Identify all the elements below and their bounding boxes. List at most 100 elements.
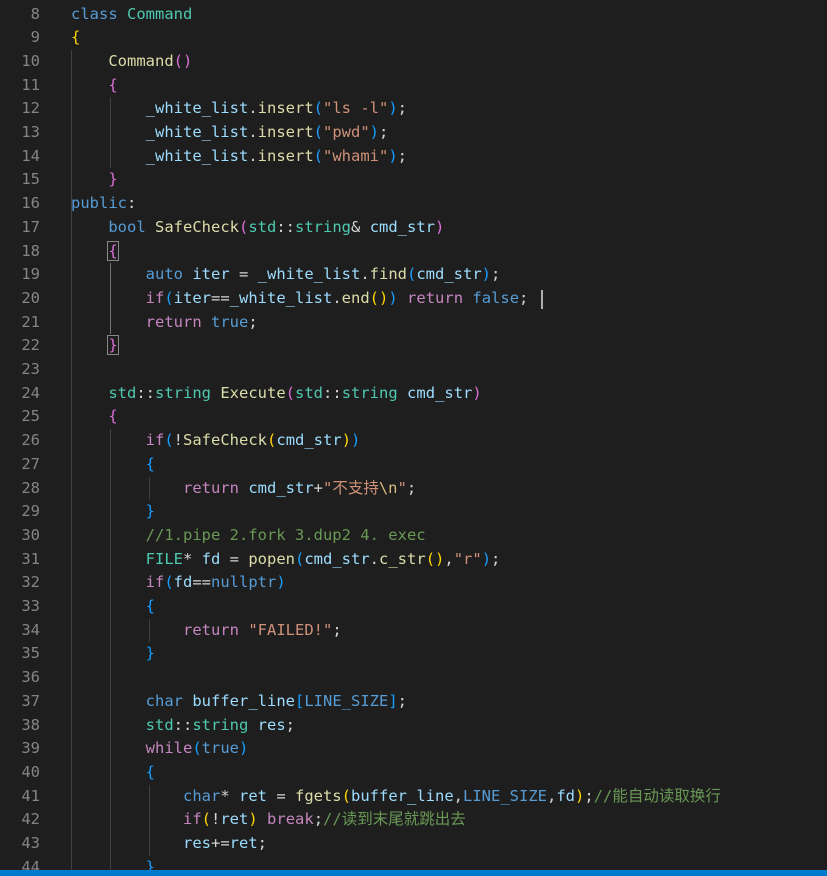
line-code: } bbox=[107, 335, 119, 356]
code-line[interactable]: 39 while(true) bbox=[0, 737, 827, 761]
code-line[interactable]: 22 } bbox=[0, 334, 827, 358]
code-line[interactable]: 42 if(!ret) break;//读到末尾就跳出去 bbox=[0, 808, 827, 832]
line-code: Command() bbox=[108, 51, 193, 70]
line-number: 13 bbox=[21, 123, 40, 141]
line-number: 38 bbox=[21, 715, 40, 734]
line-number: 31 bbox=[21, 549, 40, 568]
line-code: class Command bbox=[71, 4, 193, 23]
line-code: { bbox=[145, 762, 155, 781]
line-code: std::string Execute(std::string cmd_str) bbox=[108, 383, 482, 402]
line-number: 35 bbox=[21, 644, 40, 663]
line-code: public: bbox=[71, 194, 137, 213]
code-line[interactable]: 23 bbox=[0, 358, 827, 382]
indent-guide bbox=[148, 476, 150, 501]
line-number: 16 bbox=[21, 194, 40, 213]
line-code: } bbox=[145, 857, 155, 870]
code-line[interactable]: 16 public: bbox=[0, 192, 827, 216]
indent-guide bbox=[148, 618, 150, 643]
code-line[interactable]: 25 { bbox=[0, 405, 827, 429]
line-number: 18 bbox=[21, 241, 40, 260]
line-code: while(true) bbox=[145, 739, 249, 758]
code-line[interactable]: 44 } bbox=[0, 856, 827, 870]
code-line[interactable]: 35 } bbox=[0, 642, 827, 666]
line-number: 32 bbox=[21, 573, 40, 592]
line-code: { bbox=[145, 454, 155, 473]
code-line[interactable]: 28 return cmd_str+"不支持\n"; bbox=[0, 477, 827, 501]
text-cursor bbox=[541, 289, 543, 309]
line-number: 41 bbox=[21, 786, 40, 805]
code-line[interactable]: 11 { bbox=[0, 74, 827, 98]
indent-guide bbox=[109, 429, 111, 870]
line-number: 17 bbox=[21, 217, 40, 236]
line-number: 15 bbox=[21, 170, 40, 189]
code-line[interactable]: 27 { bbox=[0, 453, 827, 477]
code-line[interactable]: 38 std::string res; bbox=[0, 714, 827, 738]
line-number: 28 bbox=[21, 478, 40, 497]
line-code: _white_list.insert("ls -l"); bbox=[145, 99, 408, 118]
line-number: 36 bbox=[21, 668, 40, 687]
line-code: { bbox=[145, 597, 155, 615]
code-line[interactable]: 9{ bbox=[0, 26, 827, 50]
code-line[interactable]: 36 bbox=[0, 666, 827, 690]
code-line[interactable]: 37 char buffer_line[LINE_SIZE]; bbox=[0, 690, 827, 714]
code-line[interactable]: 14 _white_list.insert("whami"); bbox=[0, 145, 827, 169]
line-number: 27 bbox=[21, 454, 40, 473]
line-code: return cmd_str+"不支持\n"; bbox=[182, 478, 417, 497]
line-number: 23 bbox=[21, 360, 40, 378]
line-code: std::string res; bbox=[145, 715, 296, 734]
line-code: } bbox=[145, 502, 155, 521]
code-line[interactable]: 19 auto iter = _white_list.find(cmd_str)… bbox=[0, 263, 827, 287]
line-number: 21 bbox=[21, 312, 40, 331]
line-code: { bbox=[108, 75, 118, 94]
indent-guide bbox=[109, 97, 111, 169]
code-line[interactable]: 32 if(fd==nullptr) bbox=[0, 571, 827, 595]
line-number: 12 bbox=[21, 99, 40, 118]
line-code: { bbox=[71, 28, 81, 47]
code-line[interactable]: 43 res+=ret; bbox=[0, 832, 827, 856]
line-code: { bbox=[107, 240, 119, 261]
code-line[interactable]: 15 } bbox=[0, 168, 827, 192]
code-line[interactable]: 34 return "FAILED!"; bbox=[0, 619, 827, 643]
line-code: res+=ret; bbox=[182, 834, 267, 852]
code-line[interactable]: 30 //1.pipe 2.fork 3.dup2 4. exec bbox=[0, 524, 827, 548]
indent-guide bbox=[71, 49, 72, 870]
line-number: 39 bbox=[21, 739, 40, 758]
line-code: bool SafeCheck(std::string& cmd_str) bbox=[108, 217, 445, 236]
code-line[interactable]: 20 if(iter==_white_list.end()) return fa… bbox=[0, 287, 827, 311]
code-editor[interactable]: 8 class Command 9{10 Command() 11 {12 _whit… bbox=[0, 0, 827, 870]
line-number: 44 bbox=[21, 857, 40, 870]
code-line[interactable]: 10 Command() bbox=[0, 50, 827, 74]
line-code: return "FAILED!"; bbox=[182, 620, 342, 639]
line-code: char buffer_line[LINE_SIZE]; bbox=[145, 691, 408, 710]
code-line[interactable]: 26 if(!SafeCheck(cmd_str)) bbox=[0, 429, 827, 453]
code-line[interactable]: 31 FILE* fd = popen(cmd_str.c_str(),"r")… bbox=[0, 548, 827, 572]
line-number: 33 bbox=[21, 597, 40, 615]
code-line[interactable]: 41 char* ret = fgets(buffer_line,LINE_SI… bbox=[0, 785, 827, 809]
line-code: } bbox=[108, 170, 118, 189]
line-code: } bbox=[145, 644, 155, 663]
line-number: 42 bbox=[21, 810, 40, 829]
code-line[interactable]: 17 bool SafeCheck(std::string& cmd_str) bbox=[0, 216, 827, 240]
code-line[interactable]: 18 { bbox=[0, 240, 827, 264]
line-code: //1.pipe 2.fork 3.dup2 4. exec bbox=[145, 525, 426, 544]
status-bar bbox=[0, 870, 827, 876]
code-line[interactable]: 40 { bbox=[0, 761, 827, 785]
line-code: _white_list.insert("pwd"); bbox=[145, 123, 389, 141]
code-line[interactable]: 8 class Command bbox=[0, 3, 827, 27]
code-line[interactable]: 12 _white_list.insert("ls -l"); bbox=[0, 97, 827, 121]
line-number: 8 bbox=[30, 4, 40, 23]
code-line[interactable]: 33 { bbox=[0, 595, 827, 619]
line-code: { bbox=[108, 407, 118, 426]
code-line[interactable]: 13 _white_list.insert("pwd"); bbox=[0, 121, 827, 145]
line-code: FILE* fd = popen(cmd_str.c_str(),"r"); bbox=[145, 549, 501, 568]
line-number: 29 bbox=[21, 502, 40, 521]
code-line[interactable]: 21 return true; bbox=[0, 311, 827, 335]
line-number: 14 bbox=[21, 146, 40, 165]
code-line[interactable]: 24 std::string Execute(std::string cmd_s… bbox=[0, 382, 827, 406]
line-number: 19 bbox=[21, 265, 40, 284]
code-line[interactable]: 29 } bbox=[0, 500, 827, 524]
line-number: 40 bbox=[21, 762, 40, 781]
line-code: if(!ret) break;//读到末尾就跳出去 bbox=[182, 810, 466, 829]
line-code: if(iter==_white_list.end()) return false… bbox=[145, 288, 529, 307]
line-code: auto iter = _white_list.find(cmd_str); bbox=[145, 265, 501, 284]
